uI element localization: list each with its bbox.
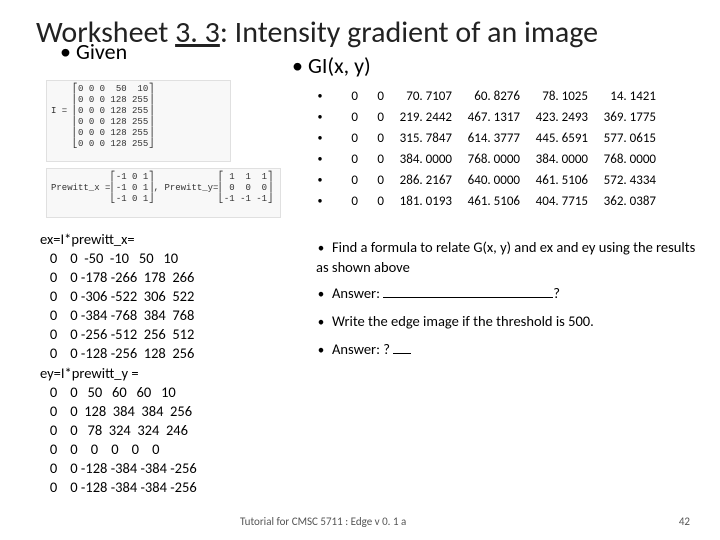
note-answer2: • Answer: ? xyxy=(316,340,696,360)
answer-label: Answer: xyxy=(332,284,383,302)
matrix-I-image: ⎡0 0 0 50 10⎤ ⎢0 0 0 128 255⎥ I = ⎢0 0 0… xyxy=(46,80,231,162)
note-threshold: • Write the edge image if the threshold i… xyxy=(316,312,696,332)
blank-line xyxy=(383,285,553,298)
given-label: •Given xyxy=(60,38,127,65)
qmark: ? xyxy=(553,284,560,302)
table-row: •00286. 2167640. 0000461. 5106572. 4334 xyxy=(316,170,656,191)
table-row: 0 0 50 60 60 10 xyxy=(40,383,176,401)
answer-label: Answer: ? xyxy=(332,340,393,358)
notes-block: •Find a formula to relate G(x, y) and ex… xyxy=(316,230,696,368)
blank-line xyxy=(393,341,411,354)
title-part-b: 3. 3 xyxy=(175,14,220,51)
gi-table: •0070. 710760. 827678. 102514. 1421 •002… xyxy=(316,86,656,212)
ey-label: ey=I*prewitt_y = xyxy=(40,364,139,382)
table-row: 0 0 -50 -10 50 10 xyxy=(40,249,178,267)
title-part-c: : Intensity gradient of an image xyxy=(220,14,598,51)
table-row: 0 0 0 0 0 0 xyxy=(40,440,160,458)
bullet-icon: • xyxy=(316,314,326,332)
table-row: •00315. 7847614. 3777445. 6591577. 0615 xyxy=(316,128,656,149)
given-text: Given xyxy=(76,38,127,65)
table-row: 0 0 -256 -512 256 512 xyxy=(40,325,194,343)
gi-heading: •GI(x, y) xyxy=(292,52,371,79)
table-row: •00384. 0000768. 0000384. 0000768. 0000 xyxy=(316,149,656,170)
note-formula-text: Find a formula to relate G(x, y) and ex … xyxy=(316,238,695,276)
ex-label: ex=I*prewitt_x= xyxy=(40,230,135,248)
table-row: •0070. 710760. 827678. 102514. 1421 xyxy=(316,86,656,107)
table-row: 0 0 -128 -384 -384 -256 xyxy=(40,478,197,496)
table-row: •00181. 0193461. 5106404. 7715362. 0387 xyxy=(316,191,656,212)
table-row: 0 0 -178 -266 178 266 xyxy=(40,268,194,286)
prewitt-kernels-image: ⎡-1 0 1⎤ ⎡ 1 1 1⎤ Prewitt_x =⎢-1 0 1⎥, P… xyxy=(46,168,281,218)
bullet-icon: • xyxy=(316,286,326,304)
bullet-icon: • xyxy=(316,342,326,360)
note-formula: •Find a formula to relate G(x, y) and ex… xyxy=(316,238,696,276)
table-row: •00219. 2442467. 1317423. 2493369. 1775 xyxy=(316,107,656,128)
bullet-icon: • xyxy=(292,52,302,79)
table-row: 0 0 78 324 324 246 xyxy=(40,421,188,439)
table-row: 0 0 -384 -768 384 768 xyxy=(40,306,194,324)
table-row: 0 0 128 384 384 256 xyxy=(40,402,192,420)
note-threshold-text: Write the edge image if the threshold is… xyxy=(332,312,594,330)
table-row: 0 0 -128 -384 -384 -256 xyxy=(40,459,197,477)
ex-block: ex=I*prewitt_x= 0 0 -50 -10 50 10 0 0 -1… xyxy=(40,230,194,363)
footer-left: Tutorial for CMSC 5711 : Edge v 0. 1 a xyxy=(240,515,406,528)
note-answer1: • Answer: ? xyxy=(316,284,696,304)
page-number: 42 xyxy=(679,515,690,528)
ey-block: ey=I*prewitt_y = 0 0 50 60 60 10 0 0 128… xyxy=(40,364,197,497)
bullet-icon: • xyxy=(60,38,70,65)
gi-heading-text: GI(x, y) xyxy=(308,52,371,79)
table-row: 0 0 -306 -522 306 522 xyxy=(40,287,194,305)
table-row: 0 0 -128 -256 128 256 xyxy=(40,344,194,362)
bullet-icon: • xyxy=(316,240,326,258)
